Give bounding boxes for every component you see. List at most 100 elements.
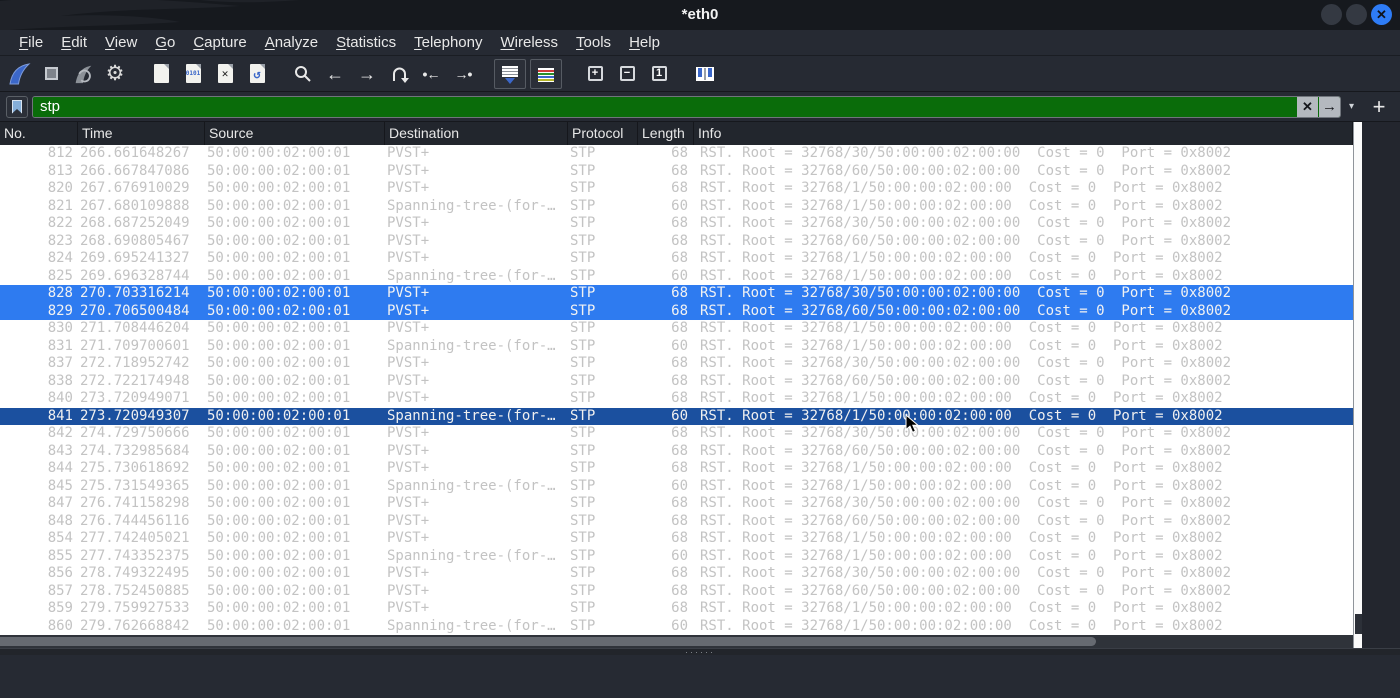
packet-row[interactable]: 844 275.730618692 50:00:00:02:00:01 PVST… bbox=[0, 460, 1353, 478]
cell-no: 842 bbox=[47, 425, 73, 441]
maximize-button[interactable] bbox=[1346, 4, 1367, 25]
packet-row[interactable]: 820 267.676910029 50:00:00:02:00:01 PVST… bbox=[0, 180, 1353, 198]
packet-row[interactable]: 845 275.731549365 50:00:00:02:00:01 Span… bbox=[0, 478, 1353, 496]
arrow-right-icon: → bbox=[358, 63, 376, 84]
go-last-packet-button[interactable]: →• bbox=[448, 60, 478, 88]
column-header-source[interactable]: Source bbox=[205, 122, 385, 145]
cell-time: 268.687252049 bbox=[80, 215, 190, 231]
menu-go[interactable]: Go bbox=[146, 34, 184, 51]
cell-no: 821 bbox=[47, 197, 73, 214]
close-button[interactable]: ✕ bbox=[1371, 4, 1392, 25]
packet-row[interactable]: 842 274.729750666 50:00:00:02:00:01 PVST… bbox=[0, 425, 1353, 443]
go-forward-button[interactable]: → bbox=[352, 60, 382, 88]
packet-row[interactable]: 857 278.752450885 50:00:00:02:00:01 PVST… bbox=[0, 583, 1353, 601]
cell-length: 68 bbox=[671, 250, 688, 266]
packet-row[interactable]: 859 279.759927533 50:00:00:02:00:01 PVST… bbox=[0, 600, 1353, 618]
menu-view[interactable]: View bbox=[96, 34, 146, 51]
packet-row[interactable]: 838 272.722174948 50:00:00:02:00:01 PVST… bbox=[0, 373, 1353, 391]
cell-protocol: STP bbox=[570, 565, 596, 581]
normal-size-button[interactable]: 1 bbox=[644, 60, 674, 88]
cell-destination: Spanning-tree-(for-… bbox=[387, 197, 556, 214]
packet-row[interactable]: 821 267.680109888 50:00:00:02:00:01 Span… bbox=[0, 198, 1353, 216]
filter-clear-button[interactable]: ✕ bbox=[1297, 96, 1318, 117]
packet-row[interactable]: 825 269.696328744 50:00:00:02:00:01 Span… bbox=[0, 268, 1353, 286]
vertical-scrollbar-thumb[interactable] bbox=[1355, 614, 1362, 634]
cell-protocol: STP bbox=[570, 442, 596, 459]
close-file-button[interactable]: ✕ bbox=[210, 60, 240, 88]
cell-no: 844 bbox=[47, 460, 73, 476]
cell-protocol: STP bbox=[570, 267, 596, 284]
cell-destination: PVST+ bbox=[387, 302, 430, 319]
cell-destination: PVST+ bbox=[387, 565, 430, 581]
colorize-toggle-button[interactable] bbox=[530, 58, 562, 89]
packet-row[interactable]: 829 270.706500484 50:00:00:02:00:01 PVST… bbox=[0, 302, 1353, 320]
menu-edit[interactable]: Edit bbox=[52, 34, 96, 51]
packet-row[interactable]: 837 272.718952742 50:00:00:02:00:01 PVST… bbox=[0, 355, 1353, 373]
display-filter-input[interactable] bbox=[33, 96, 1296, 117]
restart-capture-button[interactable] bbox=[68, 60, 98, 88]
open-file-button[interactable] bbox=[146, 60, 176, 88]
packet-row[interactable]: 830 271.708446204 50:00:00:02:00:01 PVST… bbox=[0, 320, 1353, 338]
packet-row[interactable]: 828 270.703316214 50:00:00:02:00:01 PVST… bbox=[0, 285, 1353, 303]
packet-row[interactable]: 812 266.661648267 50:00:00:02:00:01 PVST… bbox=[0, 145, 1353, 163]
minimize-button[interactable] bbox=[1321, 4, 1342, 25]
packet-row[interactable]: 860 279.762668842 50:00:00:02:00:01 Span… bbox=[0, 618, 1353, 636]
filter-dropdown-caret[interactable]: ▾ bbox=[1345, 101, 1358, 112]
column-header-info[interactable]: Info bbox=[694, 122, 1353, 145]
menu-capture[interactable]: Capture bbox=[184, 34, 255, 51]
column-header-time[interactable]: Time bbox=[78, 122, 205, 145]
packet-row[interactable]: 856 278.749322495 50:00:00:02:00:01 PVST… bbox=[0, 565, 1353, 583]
find-packet-button[interactable] bbox=[288, 60, 318, 88]
auto-scroll-toggle-button[interactable] bbox=[494, 58, 526, 89]
go-back-button[interactable]: ← bbox=[320, 60, 350, 88]
go-to-packet-button[interactable] bbox=[384, 60, 414, 88]
horizontal-scrollbar-thumb[interactable] bbox=[0, 637, 1096, 646]
column-header-length[interactable]: Length bbox=[638, 122, 694, 145]
cell-time: 271.709700601 bbox=[80, 337, 190, 354]
menu-statistics[interactable]: Statistics bbox=[327, 34, 405, 51]
menu-file[interactable]: File bbox=[10, 34, 52, 51]
go-first-packet-button[interactable]: •← bbox=[416, 60, 446, 88]
menu-telephony[interactable]: Telephony bbox=[405, 34, 491, 51]
packet-row[interactable]: 848 276.744456116 50:00:00:02:00:01 PVST… bbox=[0, 513, 1353, 531]
packet-row[interactable]: 823 268.690805467 50:00:00:02:00:01 PVST… bbox=[0, 233, 1353, 251]
packet-row[interactable]: 843 274.732985684 50:00:00:02:00:01 PVST… bbox=[0, 443, 1353, 461]
resize-columns-button[interactable] bbox=[690, 60, 720, 88]
column-header-no[interactable]: No. bbox=[0, 122, 78, 145]
menu-analyze[interactable]: Analyze bbox=[256, 34, 327, 51]
filter-apply-button[interactable]: → bbox=[1319, 96, 1340, 117]
column-header-destination[interactable]: Destination bbox=[385, 122, 568, 145]
stop-capture-button[interactable] bbox=[36, 60, 66, 88]
save-file-button[interactable]: 0101 bbox=[178, 60, 208, 88]
jump-arrow-icon bbox=[393, 67, 409, 83]
filter-toolbar: ✕ → ▾ + bbox=[0, 92, 1400, 122]
cell-length: 68 bbox=[671, 320, 688, 336]
start-capture-button[interactable] bbox=[4, 60, 34, 88]
packet-row[interactable]: 847 276.741158298 50:00:00:02:00:01 PVST… bbox=[0, 495, 1353, 513]
cell-time: 266.667847086 bbox=[80, 162, 190, 179]
menu-help[interactable]: Help bbox=[620, 34, 669, 51]
capture-options-button[interactable]: ⚙ bbox=[100, 60, 130, 88]
menu-tools[interactable]: Tools bbox=[567, 34, 620, 51]
packet-row[interactable]: 831 271.709700601 50:00:00:02:00:01 Span… bbox=[0, 338, 1353, 356]
filter-bookmark-button[interactable] bbox=[6, 95, 28, 118]
cell-source: 50:00:00:02:00:01 bbox=[207, 547, 351, 564]
packet-row[interactable]: 824 269.695241327 50:00:00:02:00:01 PVST… bbox=[0, 250, 1353, 268]
filter-add-button[interactable]: + bbox=[1366, 95, 1392, 118]
packet-row[interactable]: 841 273.720949307 50:00:00:02:00:01 Span… bbox=[0, 407, 1353, 425]
zoom-out-button[interactable]: − bbox=[612, 60, 642, 88]
menu-wireless[interactable]: Wireless bbox=[492, 34, 568, 51]
packet-row[interactable]: 840 273.720949071 50:00:00:02:00:01 PVST… bbox=[0, 390, 1353, 408]
zoom-in-button[interactable]: + bbox=[580, 60, 610, 88]
column-header-protocol[interactable]: Protocol bbox=[568, 122, 638, 145]
cell-protocol: STP bbox=[570, 582, 596, 599]
packet-row[interactable]: 813 266.667847086 50:00:00:02:00:01 PVST… bbox=[0, 163, 1353, 181]
packet-row[interactable]: 822 268.687252049 50:00:00:02:00:01 PVST… bbox=[0, 215, 1353, 233]
packet-row[interactable]: 854 277.742405021 50:00:00:02:00:01 PVST… bbox=[0, 530, 1353, 548]
cell-info: RST. Root = 32768/1/50:00:00:02:00:00 Co… bbox=[700, 460, 1223, 476]
pane-splitter[interactable]: ······ bbox=[0, 648, 1400, 657]
packet-row[interactable]: 855 277.743352375 50:00:00:02:00:01 Span… bbox=[0, 548, 1353, 566]
reload-file-button[interactable]: ↺ bbox=[242, 60, 272, 88]
vertical-scrollbar[interactable] bbox=[1353, 122, 1362, 648]
horizontal-scrollbar[interactable] bbox=[0, 635, 1353, 648]
